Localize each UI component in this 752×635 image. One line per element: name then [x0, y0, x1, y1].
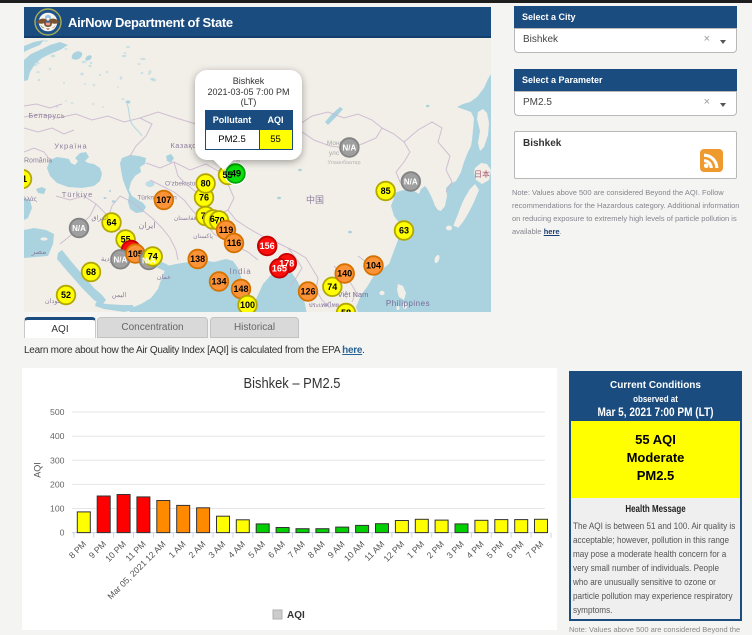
svg-text:63: 63	[399, 226, 409, 236]
svg-text:104: 104	[366, 261, 381, 271]
svg-text:76: 76	[199, 193, 209, 203]
svg-text:AQI: AQI	[33, 462, 43, 478]
svg-text:100: 100	[50, 504, 65, 514]
svg-text:140: 140	[337, 269, 352, 279]
svg-text:Oʼzbekiston: Oʼzbekiston	[165, 180, 199, 188]
svg-text:58: 58	[341, 308, 351, 312]
svg-text:العراق: العراق	[91, 214, 109, 222]
svg-text:افغانستان: افغانستان	[174, 215, 199, 222]
svg-text:N/A: N/A	[114, 256, 128, 265]
svg-text:52: 52	[61, 290, 71, 300]
svg-text:پاکستان: پاکستان	[193, 233, 213, 240]
svg-text:N/A: N/A	[404, 178, 418, 187]
svg-text:85: 85	[381, 186, 391, 196]
svg-text:134: 134	[211, 277, 226, 287]
svg-text:74: 74	[327, 282, 337, 292]
svg-text:200: 200	[50, 479, 65, 489]
svg-text:Việt Nam: Việt Nam	[338, 290, 369, 299]
svg-text:107: 107	[156, 195, 171, 205]
svg-text:400: 400	[50, 431, 65, 441]
svg-text:India: India	[229, 267, 251, 276]
svg-text:N/A: N/A	[72, 224, 86, 233]
svg-text:116: 116	[227, 238, 242, 248]
svg-text:156: 156	[260, 241, 275, 251]
svg-text:126: 126	[300, 287, 315, 297]
svg-text:ایران: ایران	[139, 221, 156, 230]
svg-text:日本: 日本	[474, 169, 490, 179]
svg-text:中国: 中国	[306, 194, 324, 205]
svg-text:148: 148	[233, 284, 248, 294]
svg-text:Bishkek – PM2.5: Bishkek – PM2.5	[244, 376, 341, 392]
svg-text:68: 68	[86, 267, 96, 277]
svg-text:74: 74	[148, 252, 158, 262]
svg-text:49: 49	[231, 169, 241, 179]
svg-text:Philippines: Philippines	[386, 299, 430, 308]
svg-text:80: 80	[201, 179, 211, 189]
svg-text:100: 100	[240, 300, 255, 310]
svg-text:مصر: مصر	[31, 247, 47, 256]
svg-text:اليمن: اليمن	[112, 291, 127, 299]
svg-text:улс: улс	[329, 150, 340, 157]
svg-text:عمان: عمان	[157, 273, 172, 281]
svg-text:500: 500	[50, 407, 65, 417]
svg-text:165: 165	[272, 264, 287, 274]
svg-text:138: 138	[190, 254, 205, 264]
svg-text:România: România	[24, 158, 52, 165]
svg-text:300: 300	[50, 455, 65, 465]
svg-text:Беларусь: Беларусь	[28, 113, 65, 120]
svg-text:51: 51	[24, 174, 27, 184]
svg-text:Türkiye: Türkiye	[62, 190, 94, 199]
svg-text:N/A: N/A	[343, 144, 357, 153]
svg-text:Улаанбаатар: Улаанбаатар	[327, 160, 360, 166]
svg-text:Ελλάς: Ελλάς	[24, 195, 37, 203]
svg-text:AQI: AQI	[287, 610, 305, 621]
svg-text:0: 0	[60, 528, 65, 538]
svg-text:Україна: Україна	[54, 142, 87, 151]
svg-text:ประเทศไทย: ประเทศไทย	[309, 301, 340, 309]
